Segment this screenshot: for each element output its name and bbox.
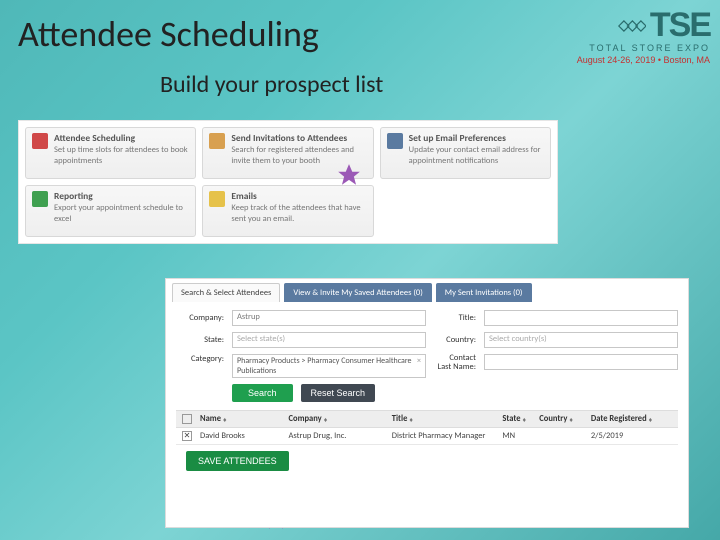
tab-bar: Search & Select AttendeesView & Invite M…: [166, 279, 688, 302]
tile-title: Set up Email Preferences: [409, 133, 544, 144]
diamonds-icon: [612, 15, 646, 37]
tile-emails[interactable]: Emails Keep track of the attendees that …: [202, 185, 373, 237]
star-icon: [336, 162, 362, 188]
col-date[interactable]: Date Registered♦: [591, 414, 672, 424]
tile-title: Send Invitations to Attendees: [231, 133, 366, 144]
col-company[interactable]: Company♦: [289, 414, 392, 424]
company-label: Company:: [176, 313, 224, 323]
page-title: Attendee Scheduling: [18, 12, 319, 56]
search-form-panel: Search & Select AttendeesView & Invite M…: [165, 278, 689, 528]
row-checkbox[interactable]: [182, 431, 192, 441]
table-header-row: Name♦ Company♦ Title♦ State♦ Country♦ Da…: [176, 410, 678, 428]
row-title: District Pharmacy Manager: [392, 431, 503, 441]
page-subtitle: Build your prospect list: [160, 70, 383, 99]
tab-0[interactable]: Search & Select Attendees: [172, 283, 280, 302]
tab-2[interactable]: My Sent Invitations (0): [436, 283, 532, 302]
tile-title: Emails: [231, 191, 366, 202]
logo-date: August 24-26, 2019 • Boston, MA: [577, 55, 710, 65]
contact-lastname-label: Contact Last Name:: [434, 354, 476, 373]
reset-button[interactable]: Reset Search: [301, 384, 376, 402]
company-input[interactable]: Astrup: [232, 310, 426, 326]
row-date: 2/5/2019: [591, 431, 672, 441]
email-preferences-icon: [387, 133, 403, 149]
tile-desc: Set up time slots for attendees to book …: [54, 145, 188, 165]
reporting-icon: [32, 191, 48, 207]
state-label: State:: [176, 335, 224, 345]
row-name: David Brooks: [200, 431, 289, 441]
state-select[interactable]: Select state(s): [232, 332, 426, 348]
col-name[interactable]: Name♦: [200, 414, 289, 424]
tile-title: Attendee Scheduling: [54, 133, 189, 144]
send-invitations-icon: [209, 133, 225, 149]
logo-text: TSE: [650, 6, 710, 45]
country-select[interactable]: Select country(s): [484, 332, 678, 348]
tile-desc: Export your appointment schedule to exce…: [54, 203, 183, 223]
col-title[interactable]: Title♦: [392, 414, 503, 424]
category-value: Pharmacy Products > Pharmacy Consumer He…: [237, 356, 412, 376]
title-input[interactable]: [484, 310, 678, 326]
tiles-panel: Attendee Scheduling Set up time slots fo…: [18, 120, 558, 244]
table-row[interactable]: David Brooks Astrup Drug, Inc. District …: [176, 428, 678, 445]
category-input[interactable]: Pharmacy Products > Pharmacy Consumer He…: [232, 354, 426, 378]
tile-desc: Update your contact email address for ap…: [409, 145, 541, 165]
title-label: Title:: [434, 313, 476, 323]
close-icon[interactable]: ×: [417, 357, 421, 367]
tile-attendee-scheduling[interactable]: Attendee Scheduling Set up time slots fo…: [25, 127, 196, 179]
category-label: Category:: [176, 354, 224, 364]
tile-title: Reporting: [54, 191, 189, 202]
emails-icon: [209, 191, 225, 207]
contact-lastname-input[interactable]: [484, 354, 678, 370]
tile-desc: Keep track of the attendees that have se…: [231, 203, 360, 223]
row-state: MN: [502, 431, 539, 441]
logo-subtitle: TOTAL STORE EXPO: [577, 43, 710, 53]
country-label: Country:: [434, 335, 476, 345]
tile-reporting[interactable]: Reporting Export your appointment schedu…: [25, 185, 196, 237]
tile-email-preferences[interactable]: Set up Email Preferences Update your con…: [380, 127, 551, 179]
attendee-scheduling-icon: [32, 133, 48, 149]
save-attendees-button[interactable]: SAVE ATTENDEES: [186, 451, 289, 471]
select-all-checkbox[interactable]: [182, 414, 192, 424]
col-state[interactable]: State♦: [502, 414, 539, 424]
event-logo: TSE TOTAL STORE EXPO August 24-26, 2019 …: [577, 6, 710, 65]
tab-1[interactable]: View & Invite My Saved Attendees (0): [284, 283, 431, 302]
search-button[interactable]: Search: [232, 384, 293, 402]
row-company: Astrup Drug, Inc.: [289, 431, 392, 441]
col-country[interactable]: Country♦: [539, 414, 591, 424]
